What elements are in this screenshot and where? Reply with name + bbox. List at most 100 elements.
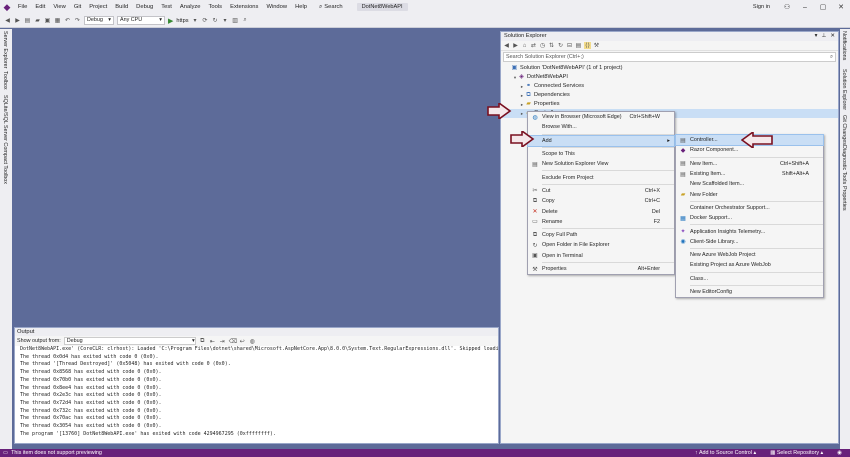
- menu-item-view-in-browser-microsoft-edge[interactable]: ◍ View in Browser (Microsoft Edge) Ctrl+Sh…: [528, 112, 674, 122]
- layout-icon[interactable]: ▥: [232, 17, 239, 24]
- menu-item-rename[interactable]: ▭ Rename F2: [528, 217, 674, 227]
- run-profile-label[interactable]: https: [176, 18, 188, 24]
- forward-icon[interactable]: ▶: [512, 42, 519, 49]
- menu-test[interactable]: Test: [157, 0, 176, 14]
- tree-item[interactable]: ▸ ⚭ Connected Services: [501, 82, 838, 91]
- menu-view[interactable]: View: [49, 0, 69, 14]
- menu-item-open-in-terminal[interactable]: ▣ Open in Terminal: [528, 251, 674, 261]
- menu-git[interactable]: Git: [70, 0, 85, 14]
- chevron-down-icon[interactable]: ▾: [192, 17, 199, 24]
- menu-window[interactable]: Window: [262, 0, 291, 14]
- nav-back-icon[interactable]: ◀: [4, 17, 11, 24]
- close-icon[interactable]: ✕: [832, 3, 850, 11]
- notifications-icon[interactable]: ◉: [837, 449, 842, 457]
- run-icon[interactable]: ▶: [168, 17, 173, 25]
- hot-reload-icon[interactable]: ⟳: [202, 17, 209, 24]
- filter-icon[interactable]: ◍: [249, 338, 256, 345]
- select-repository-button[interactable]: ▦ Select Repository ▴: [770, 449, 823, 457]
- menu-item-docker-support[interactable]: ▦ Docker Support...: [676, 213, 823, 223]
- close-panel-icon[interactable]: ✕: [830, 32, 835, 41]
- sqlite-toolbox-tab[interactable]: SQLite/SQL Server Compact Toolbox: [2, 95, 8, 184]
- switch-views-icon[interactable]: ⇄: [530, 42, 537, 49]
- dropdown-icon[interactable]: ▾: [815, 32, 818, 41]
- server-explorer-tab[interactable]: Server Explorer: [2, 31, 8, 68]
- menu-item-browse-with[interactable]: Browse With...: [528, 122, 674, 132]
- menu-item-class[interactable]: Class...: [676, 274, 823, 284]
- menu-item-copy-full-path[interactable]: ⧉ Copy Full Path: [528, 230, 674, 240]
- menu-item-add[interactable]: Add ▸: [527, 134, 675, 147]
- save-all-icon[interactable]: ▦: [54, 17, 61, 24]
- redo-icon[interactable]: ↷: [74, 17, 81, 24]
- back-icon[interactable]: ◀: [503, 42, 510, 49]
- pin-icon[interactable]: ⊥: [821, 32, 826, 41]
- menu-item-cut[interactable]: ✂ Cut Ctrl+X: [528, 186, 674, 196]
- add-to-source-control-button[interactable]: ↑ Add to Source Control ▴: [695, 449, 756, 457]
- collapse-all-icon[interactable]: ⊟: [566, 42, 573, 49]
- properties-tab[interactable]: Properties: [841, 186, 847, 211]
- menu-item-new-azure-webjob-project[interactable]: New Azure WebJob Project: [676, 250, 823, 260]
- menu-item-new-folder[interactable]: ▰ New Folder: [676, 189, 823, 199]
- save-icon[interactable]: ▣: [44, 17, 51, 24]
- menu-item-new-editorconfig[interactable]: New EditorConfig: [676, 287, 823, 297]
- output-source-select[interactable]: Debug ▾: [63, 337, 196, 345]
- more-icon[interactable]: ▾: [222, 17, 229, 24]
- configuration-select[interactable]: Debug ▾: [84, 16, 114, 25]
- new-project-icon[interactable]: ▤: [24, 17, 31, 24]
- menu-item-copy[interactable]: ⧉ Copy Ctrl+C: [528, 196, 674, 206]
- notifications-tab[interactable]: Notifications: [841, 31, 847, 60]
- next-message-icon[interactable]: ⇥: [219, 338, 226, 345]
- solution-explorer-search[interactable]: Search Solution Explorer (Ctrl+;) ⌕: [503, 52, 836, 62]
- preview-icon[interactable]: ⟨⟩: [584, 42, 591, 49]
- platform-select[interactable]: Any CPU ▾: [117, 16, 165, 25]
- menu-item-client-side-library[interactable]: ◉ Client-Side Library...: [676, 237, 823, 247]
- sign-in-link[interactable]: Sign in: [753, 4, 770, 10]
- menu-help[interactable]: Help: [291, 0, 311, 14]
- menu-item-new-item[interactable]: ▤ New Item... Ctrl+Shift+A: [676, 159, 823, 169]
- maximize-icon[interactable]: ▢: [814, 3, 832, 11]
- solution-explorer-tab[interactable]: Solution Explorer: [841, 69, 847, 110]
- menu-tools[interactable]: Tools: [205, 0, 227, 14]
- word-wrap-icon[interactable]: ↩: [239, 338, 246, 345]
- minimize-icon[interactable]: –: [796, 4, 814, 11]
- tree-item[interactable]: ▾ ◈ DotNet8WebAPI: [501, 73, 838, 82]
- menu-item-container-orchestrator-support[interactable]: Container Orchestrator Support...: [676, 203, 823, 213]
- refresh-icon[interactable]: ↻: [557, 42, 564, 49]
- user-icon[interactable]: ⚇: [778, 3, 796, 11]
- menu-analyze[interactable]: Analyze: [176, 0, 205, 14]
- pending-changes-icon[interactable]: ◷: [539, 42, 546, 49]
- find-in-output-icon[interactable]: ⧉: [199, 338, 206, 345]
- menu-item-new-solution-explorer-view[interactable]: ▤ New Solution Explorer View: [528, 159, 674, 169]
- search-box[interactable]: ⌕ Search: [315, 4, 347, 11]
- menu-debug[interactable]: Debug: [132, 0, 157, 14]
- menu-item-existing-item[interactable]: ▤ Existing Item... Shift+Alt+A: [676, 169, 823, 179]
- menu-extensions[interactable]: Extensions: [226, 0, 262, 14]
- tree-item[interactable]: ▸ ⧉ Dependencies: [501, 91, 838, 100]
- find-icon[interactable]: ⌕: [242, 17, 249, 24]
- properties-wrench-icon[interactable]: ⚒: [593, 42, 600, 49]
- menu-item-new-scaffolded-item[interactable]: New Scaffolded Item...: [676, 179, 823, 189]
- home-icon[interactable]: ⌂: [521, 43, 528, 49]
- menu-item-exclude-from-project[interactable]: Exclude From Project: [528, 172, 674, 182]
- menu-build[interactable]: Build: [111, 0, 132, 14]
- open-icon[interactable]: ▰: [34, 17, 41, 24]
- nav-forward-icon[interactable]: ▶: [14, 17, 21, 24]
- undo-icon[interactable]: ↶: [64, 17, 71, 24]
- clear-all-icon[interactable]: ⌫: [229, 338, 237, 345]
- menu-project[interactable]: Project: [85, 0, 111, 14]
- browser-refresh-icon[interactable]: ↻: [212, 17, 219, 24]
- prev-message-icon[interactable]: ⇤: [209, 338, 216, 345]
- tree-item[interactable]: ▸ ▰ Properties: [501, 100, 838, 109]
- git-changes-tab[interactable]: Git Changes: [841, 115, 847, 145]
- menu-file[interactable]: File: [14, 0, 31, 14]
- menu-item-delete[interactable]: ✕ Delete Del: [528, 206, 674, 216]
- diagnostic-tools-tab[interactable]: Diagnostic Tools: [841, 145, 847, 184]
- menu-item-existing-project-as-azure-webjob[interactable]: Existing Project as Azure WebJob: [676, 260, 823, 270]
- menu-item-scope-to-this[interactable]: Scope to This: [528, 149, 674, 159]
- menu-edit[interactable]: Edit: [31, 0, 49, 14]
- menu-item-application-insights-telemetry[interactable]: ✦ Application Insights Telemetry...: [676, 226, 823, 236]
- menu-item-properties[interactable]: ⚒ Properties Alt+Enter: [528, 264, 674, 274]
- menu-item-open-folder-in-file-explorer[interactable]: ↻ Open Folder in File Explorer: [528, 240, 674, 250]
- sync-icon[interactable]: ⇅: [548, 42, 555, 49]
- show-all-files-icon[interactable]: ▤: [575, 42, 582, 49]
- toolbox-tab[interactable]: Toolbox: [2, 71, 8, 90]
